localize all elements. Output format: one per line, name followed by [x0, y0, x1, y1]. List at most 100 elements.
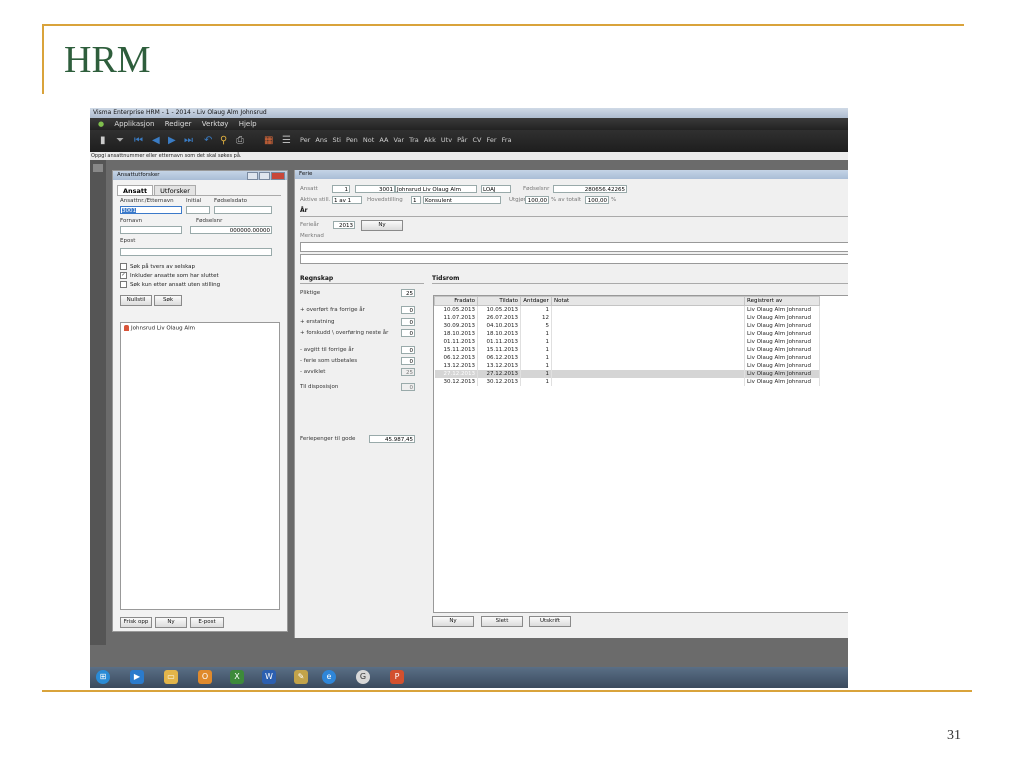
explorer-folder-icon[interactable]: ▭	[164, 670, 178, 684]
print-button[interactable]: Utskrift	[529, 616, 571, 627]
regnskap-value[interactable]: 0	[401, 318, 415, 326]
search-icon[interactable]: ⚲	[220, 135, 230, 146]
table-row[interactable]: 11.07.2013 26.07.2013 12 Liv Olaug Alm John…	[434, 314, 820, 322]
table-row[interactable]: 06.12.2013 06.12.2013 1 Liv Olaug Alm Johns…	[434, 354, 820, 362]
percent-label: %	[611, 197, 617, 203]
undo-icon[interactable]: ↶	[204, 135, 214, 146]
column-notat[interactable]: Notat	[551, 296, 745, 306]
side-strip	[90, 160, 106, 645]
media-player-icon[interactable]: ▶	[130, 670, 144, 684]
first-record-icon[interactable]: ⏮	[134, 135, 144, 146]
fodselsdato-input[interactable]	[214, 206, 272, 214]
document-icon[interactable]: ▮	[100, 135, 110, 146]
column-registrert-av[interactable]: Registrert av	[744, 296, 820, 306]
internet-explorer-icon[interactable]: e	[322, 670, 336, 684]
regnskap-value[interactable]: 25	[401, 289, 415, 297]
last-record-icon[interactable]: ⏭	[184, 135, 194, 146]
close-icon[interactable]	[271, 172, 285, 180]
fornavn-input[interactable]	[120, 226, 182, 234]
list-item[interactable]: Johnsrud Liv Olaug Alm	[121, 323, 279, 334]
side-strip-grip[interactable]	[93, 164, 103, 172]
column-fradato[interactable]: Fradato	[434, 296, 478, 306]
table-row[interactable]: 30.12.2013 30.12.2013 1 Liv Olaug Alm Johns…	[434, 378, 820, 386]
new-year-button[interactable]: Ny	[361, 220, 403, 231]
regnskap-value[interactable]: 0	[401, 357, 415, 365]
regnskap-value[interactable]: 0	[401, 306, 415, 314]
ferieaar-label: Ferieår	[300, 222, 320, 228]
column-antdager[interactable]: Antdager	[520, 296, 552, 306]
menu-hjelp[interactable]: Hjelp	[239, 120, 257, 128]
regnskap-label: - avgitt til forrige år	[300, 347, 354, 353]
check-inkluder-sluttet[interactable]: ✓ Inkluder ansatte som har sluttet	[120, 272, 219, 279]
employee-code-field: LOAJ	[481, 185, 511, 193]
column-tildato[interactable]: Tildato	[477, 296, 521, 306]
slide-title: HRM	[64, 39, 151, 81]
table-row[interactable]: 15.11.2013 15.11.2013 1 Liv Olaug Alm Johns…	[434, 346, 820, 354]
previous-record-icon[interactable]: ◀	[152, 135, 162, 146]
next-record-icon[interactable]: ▶	[168, 135, 178, 146]
word-icon[interactable]: W	[262, 670, 276, 684]
employee-number-field[interactable]: 3001	[355, 185, 395, 193]
maximize-icon[interactable]	[259, 172, 270, 180]
regnskap-value[interactable]: 0	[401, 329, 415, 337]
filter-icon[interactable]: ⏷	[116, 135, 126, 146]
epost-input[interactable]	[120, 248, 272, 256]
table-row-selected[interactable]: 27.12.2013 27.12.2013 1 Liv Olaug Alm Johns…	[434, 370, 820, 378]
slide-top-rule	[42, 24, 964, 26]
check-uten-stilling[interactable]: Søk kun etter ansatt uten stilling	[120, 281, 220, 288]
refresh-button[interactable]: Frisk opp	[120, 617, 152, 628]
cell-notat	[551, 330, 745, 338]
regnskap-value: 0	[401, 383, 415, 391]
fodselsnr-input[interactable]: 000000.00000	[190, 226, 272, 234]
company-field[interactable]: 1	[332, 185, 350, 193]
regnskap-value[interactable]: 0	[401, 346, 415, 354]
fodselsnr-label: Fødselsnr	[196, 218, 223, 224]
vacation-header: Ferie	[295, 170, 848, 179]
cell-antdager: 1	[520, 370, 552, 378]
excel-icon[interactable]: X	[230, 670, 244, 684]
table-row[interactable]: 30.09.2013 04.10.2013 5 Liv Olaug Alm Johns…	[434, 322, 820, 330]
cell-tildato: 10.05.2013	[477, 305, 521, 314]
cell-notat	[551, 322, 745, 330]
slide-left-rule	[42, 24, 44, 94]
cell-antdager: 1	[520, 338, 552, 346]
search-button[interactable]: Søk	[154, 295, 182, 306]
explorer-title: Ansattutforsker	[117, 172, 160, 178]
start-icon[interactable]: ⊞	[96, 670, 110, 684]
table-row[interactable]: 13.12.2013 13.12.2013 1 Liv Olaug Alm Johns…	[434, 362, 820, 370]
cell-registrert-av: Liv Olaug Alm Johnsrud	[744, 322, 820, 330]
new-button[interactable]: Ny	[155, 617, 187, 628]
visma-app-icon[interactable]: G	[356, 670, 370, 684]
menu-applikasjon[interactable]: Applikasjon	[114, 120, 154, 128]
table-row[interactable]: 10.05.2013 10.05.2013 1 Liv Olaug Alm Johns…	[434, 305, 820, 314]
cell-fradato[interactable]: 27.12.2013	[434, 370, 478, 378]
merknad-input-2[interactable]	[300, 254, 848, 264]
minimize-icon[interactable]	[247, 172, 258, 180]
status-hint: Oppgi ansattnummer eller etternavn som d…	[90, 152, 848, 160]
table-row[interactable]: 01.11.2013 01.11.2013 1 Liv Olaug Alm Johns…	[434, 338, 820, 346]
paint-icon[interactable]: ✎	[294, 670, 308, 684]
module-shortcuts[interactable]: Per Ans Sti Pen Not AA Var Tra Akk Utv P…	[300, 136, 512, 144]
outlook-icon[interactable]: O	[198, 670, 212, 684]
tab-divider	[117, 195, 281, 196]
merknad-input-1[interactable]	[300, 242, 848, 252]
email-button[interactable]: E-post	[190, 617, 224, 628]
delete-period-button[interactable]: Slett	[481, 616, 523, 627]
add-period-button[interactable]: Ny	[432, 616, 474, 627]
cell-registrert-av: Liv Olaug Alm Johnsrud	[744, 314, 820, 322]
reset-button[interactable]: Nullstil	[120, 295, 152, 306]
check-tvers-selskap[interactable]: Søk på tvers av selskap	[120, 263, 195, 270]
cell-notat	[551, 370, 745, 378]
menu-rediger[interactable]: Rediger	[165, 120, 192, 128]
initial-input[interactable]	[186, 206, 210, 214]
initial-label: Initial	[186, 198, 202, 204]
print-icon[interactable]: ⎙	[236, 135, 246, 146]
ferieaar-field[interactable]: 2013	[333, 221, 355, 229]
list-icon[interactable]: ☰	[282, 135, 292, 146]
cell-registrert-av: Liv Olaug Alm Johnsrud	[744, 378, 820, 386]
table-row[interactable]: 18.10.2013 18.10.2013 1 Liv Olaug Alm Johns…	[434, 330, 820, 338]
menu-verktoy[interactable]: Verktøy	[202, 120, 229, 128]
powerpoint-icon[interactable]: P	[390, 670, 404, 684]
ansattnr-input[interactable]: 3001	[120, 206, 182, 214]
calendar-icon[interactable]: ▦	[264, 135, 274, 146]
